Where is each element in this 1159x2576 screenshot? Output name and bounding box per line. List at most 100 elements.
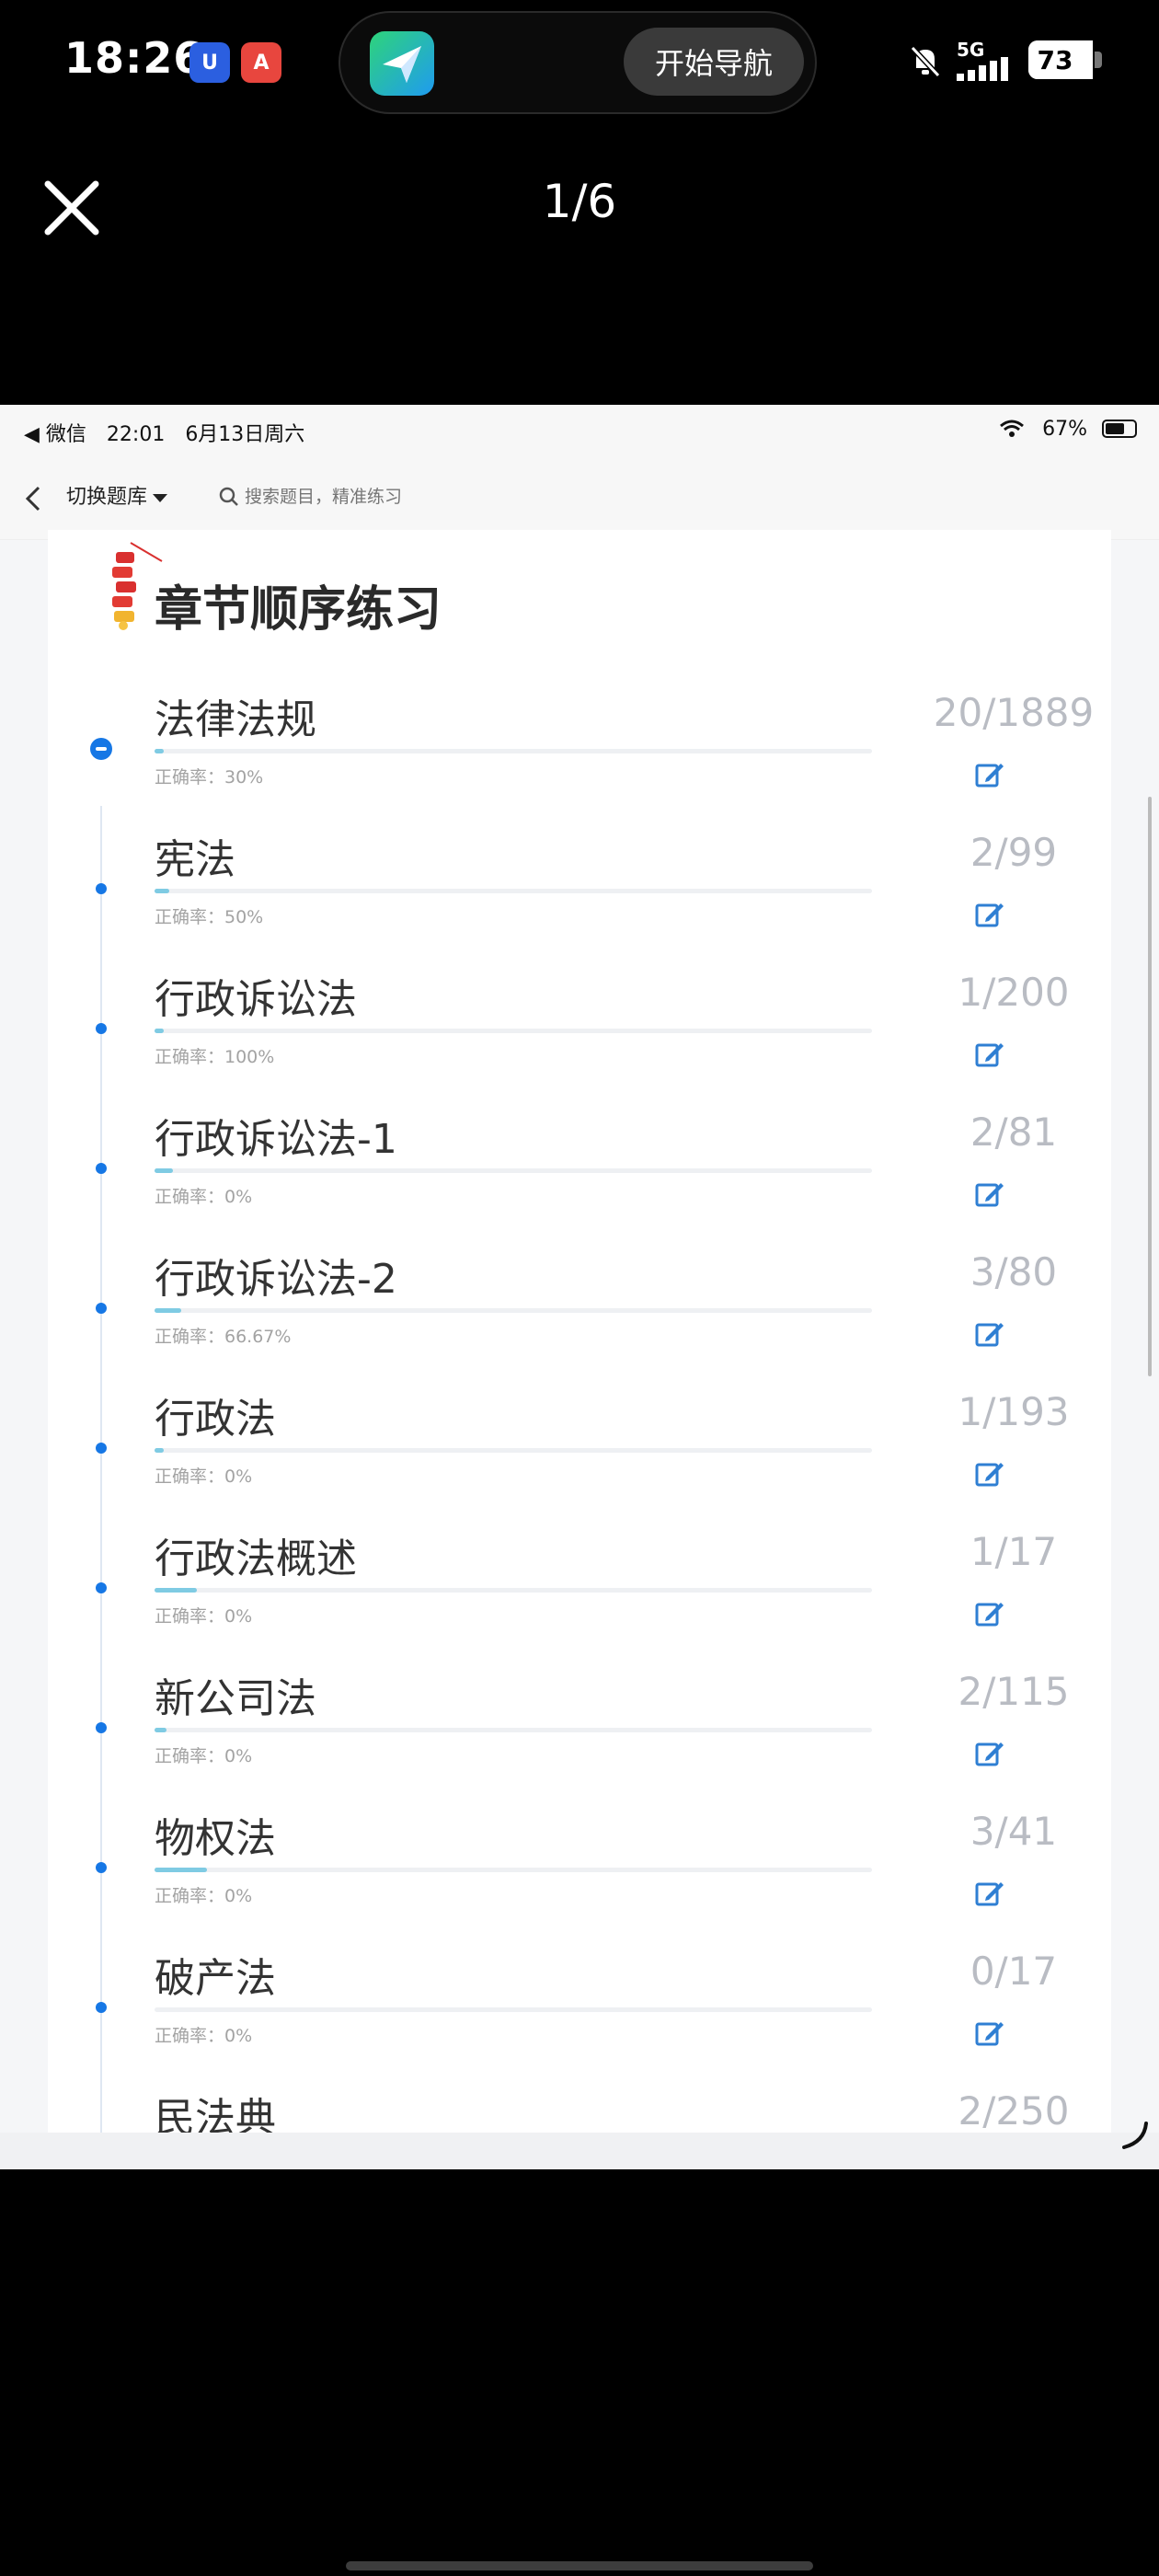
chapter-name: 新公司法 [155,1675,316,1722]
switch-question-bank[interactable]: 切换题库 [66,480,168,510]
timeline-dot [96,2002,107,2013]
edit-icon [975,2022,1004,2046]
chapter-name: 宪法 [155,836,235,883]
edit-icon [975,1323,1004,1347]
edit-icon [975,903,1004,927]
practice-button[interactable] [973,1178,1006,1211]
timeline-dot [96,1303,107,1314]
wifi-icon [1000,420,1024,437]
edit-icon [975,1043,1004,1067]
chapter-row[interactable]: 行政法 正确率：0% 1/193 [48,1386,1111,1525]
chapter-row[interactable]: 法律法规 正确率：30% 20/1889 [48,686,1111,826]
accuracy-rate: 正确率：0% [155,1466,253,1487]
inner-header: 切换题库 [0,456,1159,540]
timeline-dot [96,1582,107,1593]
question-count: 1/17 [970,1529,1058,1574]
progress-fill [155,889,169,893]
accuracy-rate: 正确率：0% [155,1746,253,1766]
progress-track [155,1728,872,1732]
scrollbar[interactable] [1148,797,1152,1376]
question-count: 2/250 [958,2088,1070,2133]
notification-app-icon-2: A [241,42,281,83]
accuracy-rate: 正确率：100% [155,1047,275,1067]
bottom-strip [0,2133,1159,2169]
chapter-row[interactable]: 行政诉讼法-2 正确率：66.67% 3/80 [48,1246,1111,1386]
inner-battery-icon [1102,420,1137,438]
chapter-name: 物权法 [155,1815,276,1862]
practice-button[interactable] [973,1597,1006,1630]
loading-spinner-icon [1122,2122,1148,2149]
practice-button[interactable] [973,1877,1006,1910]
accuracy-rate: 正确率：0% [155,1606,253,1627]
navigation-app-icon[interactable] [370,31,434,96]
accuracy-rate: 正确率：0% [155,1187,253,1207]
status-time: 18:26 [64,33,204,83]
progress-track [155,1168,872,1173]
progress-fill [155,1588,198,1593]
chapter-card: 章节顺序练习 法律法规 正确率：30% 20/1889 宪法正确率：50% 2/99 行政… [48,530,1111,2169]
timeline-dot [96,1023,107,1034]
start-navigation-button[interactable]: 开始导航 [624,28,804,96]
progress-fill [155,1168,173,1173]
chapter-row[interactable]: 宪法正确率：50% 2/99 [48,826,1111,966]
accuracy-rate: 正确率：0% [155,1886,253,1906]
progress-track [155,1448,872,1453]
edit-icon [975,1742,1004,1766]
edit-icon [975,1183,1004,1207]
chapter-row[interactable]: 行政诉讼法正确率：100% 1/200 [48,966,1111,1106]
chapter-row[interactable]: 行政法概述 正确率：0% 1/17 [48,1525,1111,1665]
practice-button[interactable] [973,1737,1006,1770]
progress-track [155,749,872,753]
practice-button[interactable] [973,1457,1006,1490]
question-count: 3/80 [970,1249,1058,1294]
home-indicator[interactable] [346,2561,813,2570]
practice-button[interactable] [973,898,1006,931]
viewed-image: ◀ 微信 22:01 6月13日周六 67% 切换题库 章节顺序练习 法律法规正… [0,405,1159,2169]
chapter-name: 破产法 [155,1955,276,2002]
chapter-row[interactable]: 新公司法 正确率：0% 2/115 [48,1665,1111,1805]
battery-indicator: 73 [1028,40,1093,79]
accuracy-rate: 正确率：50% [155,907,264,927]
practice-button[interactable] [973,1317,1006,1351]
inner-status-bar: ◀ 微信 22:01 6月13日周六 67% [0,405,1159,456]
section-title: 章节顺序练习 [155,582,442,638]
question-count: 2/99 [970,830,1058,875]
battery-cap [1095,52,1102,68]
progress-track [155,1868,872,1872]
progress-track [155,889,872,893]
search-input[interactable] [217,477,1100,517]
progress-fill [155,1728,167,1732]
accuracy-rate: 正确率：0% [155,2026,253,2046]
chapter-name: 行政诉讼法-1 [155,1116,397,1163]
edit-icon [975,1882,1004,1906]
back-button[interactable] [20,482,48,515]
practice-button[interactable] [973,2017,1006,2050]
chapter-row[interactable]: 行政诉讼法-1 正确率：0% 2/81 [48,1106,1111,1246]
practice-button[interactable] [973,1038,1006,1071]
accuracy-rate: 正确率：66.67% [155,1327,292,1347]
timeline-dot [96,1722,107,1733]
progress-fill [155,1868,207,1872]
edit-icon [975,1463,1004,1487]
practice-button[interactable] [973,758,1006,791]
signal-icon [957,57,1016,85]
chapter-name: 行政法 [155,1396,276,1443]
chapter-name: 法律法规 [155,696,316,743]
chapter-row[interactable]: 破产法正确率：0% 0/17 [48,1945,1111,2085]
question-count: 2/81 [970,1110,1058,1155]
chevron-left-icon [25,486,40,512]
timeline-dot [96,1443,107,1454]
battery-level: 73 [1037,44,1073,75]
timeline-dot [90,738,112,760]
edit-icon [975,764,1004,788]
inner-status-left: ◀ 微信 22:01 6月13日周六 [24,423,305,446]
mute-bell-icon [907,42,944,83]
chapter-row[interactable]: 物权法 正确率：0% 3/41 [48,1805,1111,1945]
chapter-name: 行政诉讼法 [155,976,357,1023]
progress-track [155,1029,872,1033]
progress-fill [155,1448,164,1453]
question-count: 0/17 [970,1949,1058,1994]
timeline-dot [96,883,107,894]
progress-fill [155,749,164,753]
question-count: 1/200 [958,970,1070,1015]
